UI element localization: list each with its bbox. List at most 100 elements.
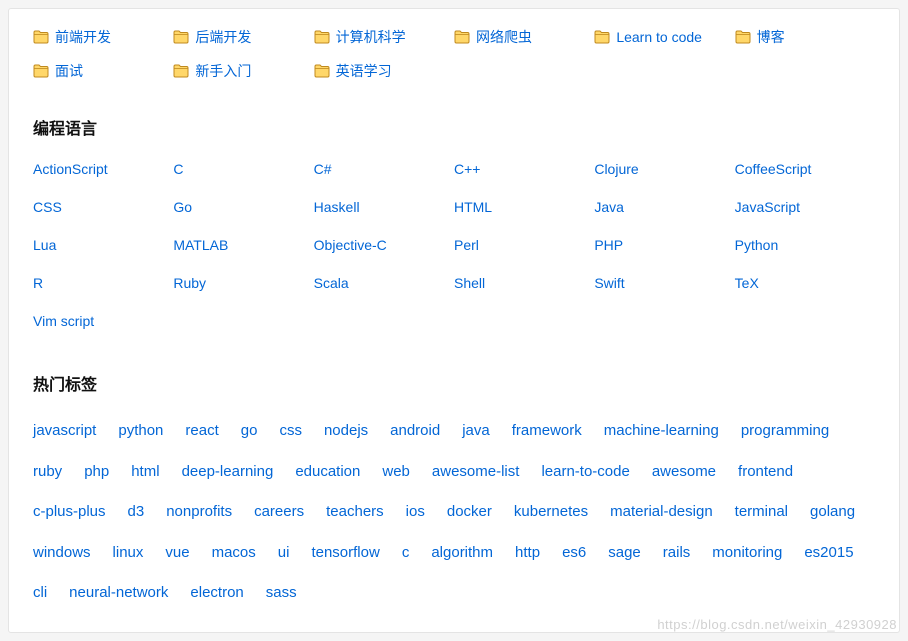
language-link[interactable]: HTML (454, 199, 594, 215)
tag-link[interactable]: machine-learning (604, 417, 719, 446)
tag-link[interactable]: nodejs (324, 417, 368, 446)
folder-label: 前端开发 (55, 27, 111, 47)
tag-link[interactable]: css (279, 417, 302, 446)
language-link[interactable]: Perl (454, 237, 594, 253)
language-link[interactable]: Python (735, 237, 875, 253)
tag-link[interactable]: terminal (735, 498, 788, 527)
tag-link[interactable]: cli (33, 579, 47, 608)
tag-link[interactable]: react (185, 417, 218, 446)
folder-item[interactable]: 新手入门 (173, 61, 313, 81)
folder-icon (735, 30, 751, 44)
tag-link[interactable]: html (131, 458, 159, 487)
tag-link[interactable]: c (402, 539, 410, 568)
tag-link[interactable]: vue (165, 539, 189, 568)
tag-cloud: javascript python reactgocss nodejs android j… (33, 417, 875, 608)
tag-link[interactable]: ui (278, 539, 290, 568)
language-link[interactable]: TeX (735, 275, 875, 291)
folder-label: 后端开发 (195, 27, 251, 47)
folder-item[interactable]: 英语学习 (314, 61, 454, 81)
tag-link[interactable]: java (462, 417, 490, 446)
tag-link[interactable]: learn-to-code (541, 458, 629, 487)
folder-label: 计算机科学 (336, 27, 406, 47)
language-link[interactable]: Haskell (314, 199, 454, 215)
tag-link[interactable]: es2015 (804, 539, 853, 568)
tag-link[interactable]: go (241, 417, 258, 446)
tag-link[interactable]: php (84, 458, 109, 487)
folder-item[interactable]: 面试 (33, 61, 173, 81)
tag-link[interactable]: sass (266, 579, 297, 608)
tags-section-title: 热门标签 (33, 371, 875, 395)
tag-link[interactable]: docker (447, 498, 492, 527)
tag-link[interactable]: monitoring (712, 539, 782, 568)
tag-link[interactable]: frontend (738, 458, 793, 487)
language-link[interactable]: C (173, 161, 313, 177)
folder-icon (173, 30, 189, 44)
folder-item[interactable]: 博客 (735, 27, 875, 47)
tag-link[interactable]: ruby (33, 458, 62, 487)
folder-item[interactable]: 前端开发 (33, 27, 173, 47)
language-link[interactable]: CoffeeScript (735, 161, 875, 177)
tag-link[interactable]: android (390, 417, 440, 446)
tag-link[interactable]: kubernetes (514, 498, 588, 527)
tag-link[interactable]: c-plus-plus (33, 498, 106, 527)
folder-icon (454, 30, 470, 44)
tag-link[interactable]: es6 (562, 539, 586, 568)
tag-link[interactable]: linux (113, 539, 144, 568)
folder-label: 博客 (757, 27, 785, 47)
language-link[interactable]: MATLAB (173, 237, 313, 253)
language-link[interactable]: Go (173, 199, 313, 215)
tag-link[interactable]: web (382, 458, 410, 487)
tag-link[interactable]: python (118, 417, 163, 446)
language-link[interactable]: Lua (33, 237, 173, 253)
folder-item[interactable]: 计算机科学 (314, 27, 454, 47)
language-link[interactable]: Ruby (173, 275, 313, 291)
languages-grid: ActionScriptCC#C++ClojureCoffeeScript CSS… (33, 161, 875, 329)
tag-link[interactable]: education (295, 458, 360, 487)
language-link[interactable]: ActionScript (33, 161, 173, 177)
tag-link[interactable]: algorithm (431, 539, 493, 568)
tag-link[interactable]: rails (663, 539, 691, 568)
language-link[interactable]: Java (594, 199, 734, 215)
language-link[interactable]: Vim script (33, 313, 173, 329)
tag-link[interactable]: deep-learning (182, 458, 274, 487)
tag-link[interactable]: teachers (326, 498, 384, 527)
languages-section-title: 编程语言 (33, 115, 875, 139)
language-link[interactable]: Objective-C (314, 237, 454, 253)
tag-link[interactable]: material-design (610, 498, 713, 527)
language-link[interactable]: R (33, 275, 173, 291)
folder-icon (173, 64, 189, 78)
tag-link[interactable]: awesome (652, 458, 716, 487)
tag-link[interactable]: neural-network (69, 579, 168, 608)
tag-link[interactable]: nonprofits (166, 498, 232, 527)
tag-link[interactable]: programming (741, 417, 829, 446)
language-link[interactable]: Shell (454, 275, 594, 291)
folder-item[interactable]: Learn to code (594, 27, 734, 47)
language-link[interactable]: PHP (594, 237, 734, 253)
tag-link[interactable]: ios (406, 498, 425, 527)
tag-link[interactable]: electron (190, 579, 243, 608)
tag-link[interactable]: windows (33, 539, 91, 568)
tag-link[interactable]: golang (810, 498, 855, 527)
tag-link[interactable]: macos (212, 539, 256, 568)
tag-link[interactable]: framework (512, 417, 582, 446)
language-link[interactable]: Scala (314, 275, 454, 291)
folder-grid: 前端开发 后端开发 计算机科学 网络爬虫 Learn to code 博客 面试… (33, 27, 875, 81)
tag-link[interactable]: careers (254, 498, 304, 527)
tag-link[interactable]: d3 (128, 498, 145, 527)
folder-item[interactable]: 后端开发 (173, 27, 313, 47)
folder-icon (314, 30, 330, 44)
folder-label: Learn to code (616, 29, 702, 45)
tag-link[interactable]: http (515, 539, 540, 568)
language-link[interactable]: C# (314, 161, 454, 177)
folder-item[interactable]: 网络爬虫 (454, 27, 594, 47)
tag-link[interactable]: awesome-list (432, 458, 520, 487)
tag-link[interactable]: javascript (33, 417, 96, 446)
language-link[interactable]: C++ (454, 161, 594, 177)
tag-link[interactable]: sage (608, 539, 641, 568)
tag-link[interactable]: tensorflow (311, 539, 379, 568)
language-link[interactable]: CSS (33, 199, 173, 215)
folder-label: 英语学习 (336, 61, 392, 81)
language-link[interactable]: Clojure (594, 161, 734, 177)
language-link[interactable]: JavaScript (735, 199, 875, 215)
language-link[interactable]: Swift (594, 275, 734, 291)
